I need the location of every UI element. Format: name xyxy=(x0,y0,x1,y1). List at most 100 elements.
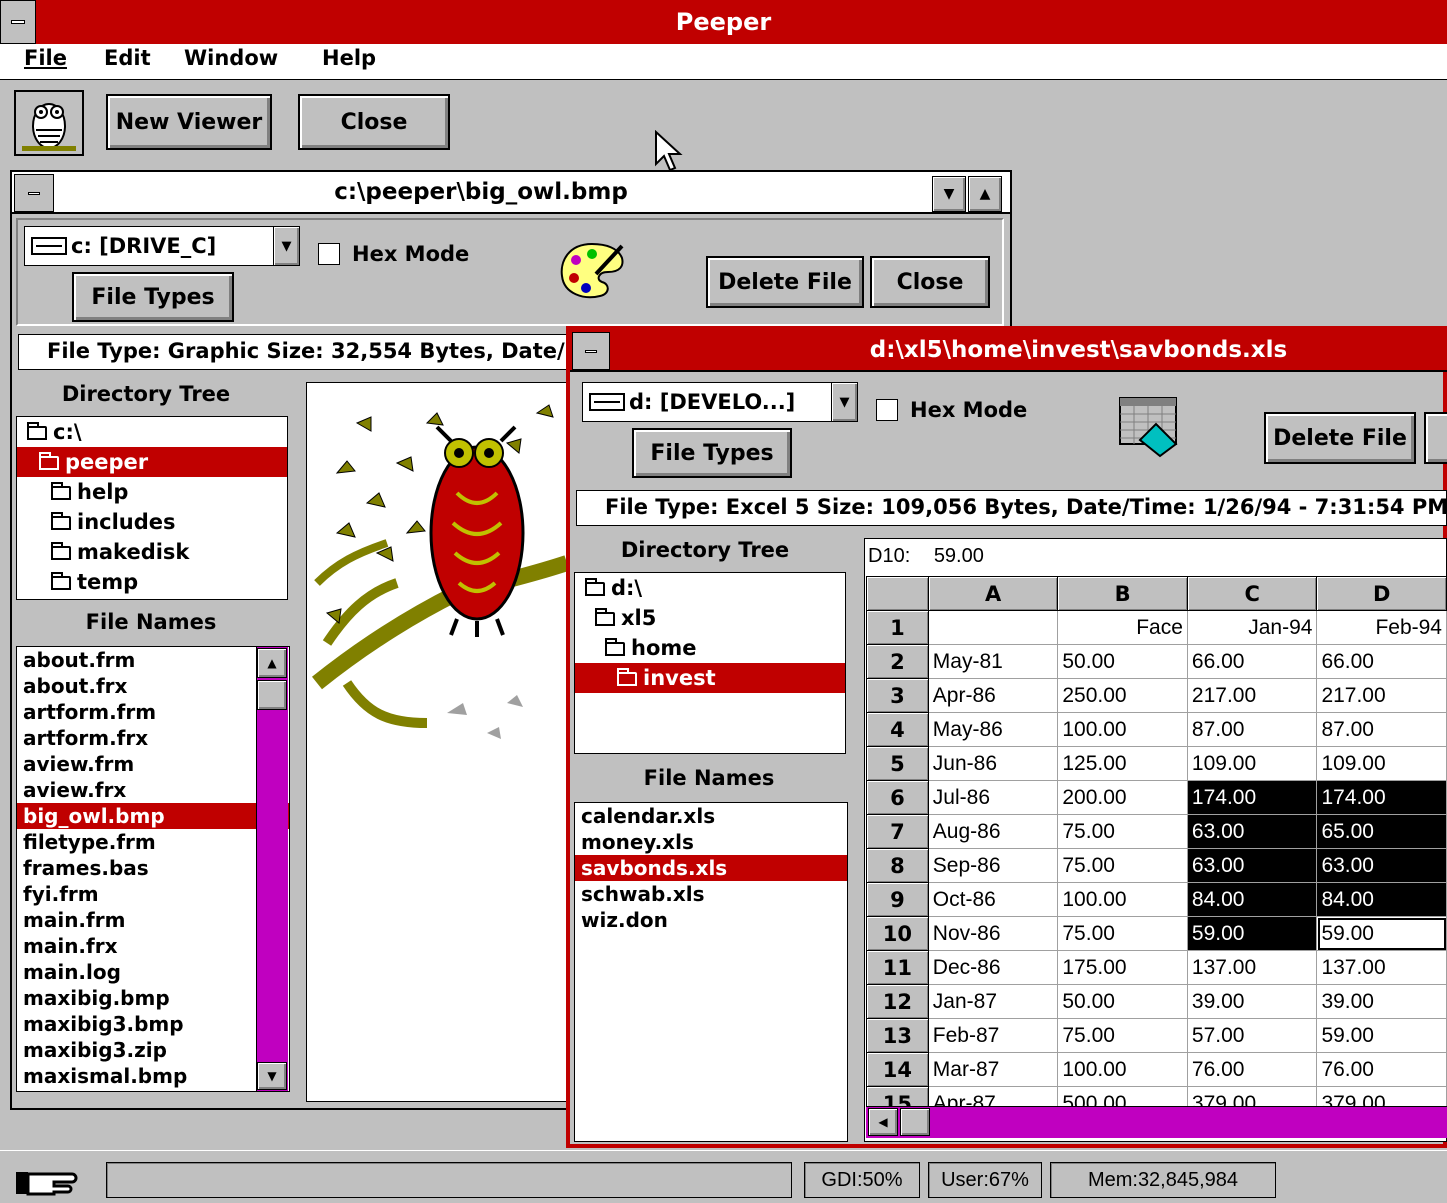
sheet-cell[interactable]: 200.00 xyxy=(1057,780,1188,815)
column-header[interactable]: A xyxy=(927,576,1059,611)
sheet-cell[interactable]: 66.00 xyxy=(1316,644,1447,679)
row-header[interactable]: 1 xyxy=(866,610,929,645)
sheet-cell[interactable]: 379.00 xyxy=(1186,1086,1318,1106)
spreadsheet-grid[interactable]: ABCD 1 Face Jan-94 Feb-94 2 May-81 50.00 66.00 6… xyxy=(866,576,1447,1106)
sheet-cell[interactable]: 84.00 xyxy=(1316,882,1447,917)
sheet-cell[interactable]: 125.00 xyxy=(1057,746,1188,781)
scroll-left-button[interactable]: ◀ xyxy=(868,1108,898,1136)
sheet-cell[interactable]: Sep-86 xyxy=(927,848,1059,883)
row-header[interactable]: 5 xyxy=(866,746,929,781)
viewer1-directory-tree[interactable]: c:\ peeper help includes makedisk temp xyxy=(16,416,288,600)
sheet-cell[interactable]: 109.00 xyxy=(1316,746,1447,781)
viewer2-file-list[interactable]: calendar.xls money.xls savbonds.xls schwab.… xyxy=(574,802,848,1142)
sheet-cell[interactable] xyxy=(927,610,1059,645)
scroll-thumb[interactable] xyxy=(900,1108,930,1136)
scroll-down-button[interactable]: ▼ xyxy=(257,1062,287,1090)
sheet-cell[interactable]: 84.00 xyxy=(1186,882,1318,917)
sheet-cell[interactable]: Dec-86 xyxy=(927,950,1059,985)
tree-item-root[interactable]: c:\ xyxy=(17,417,287,447)
sheet-cell[interactable]: 63.00 xyxy=(1316,848,1447,883)
file-list-item[interactable]: main.frm xyxy=(17,907,289,933)
sheet-cell[interactable]: Nov-86 xyxy=(927,916,1059,951)
sheet-cell[interactable]: May-81 xyxy=(927,644,1059,679)
sheet-cell[interactable]: Jan-94 xyxy=(1186,610,1318,645)
viewer2-directory-tree[interactable]: d:\ xl5 home invest xyxy=(574,572,846,754)
viewer1-minimize-button[interactable]: ▼ xyxy=(932,176,966,212)
file-list-item[interactable]: frames.bas xyxy=(17,855,289,881)
checkbox-box[interactable] xyxy=(318,243,340,265)
row-header[interactable]: 6 xyxy=(866,780,929,815)
chevron-down-icon[interactable]: ▼ xyxy=(831,383,857,421)
paint-palette-icon[interactable] xyxy=(556,238,628,304)
menu-window[interactable]: Window xyxy=(184,46,278,70)
row-header[interactable]: 12 xyxy=(866,984,929,1019)
sheet-cell[interactable]: 59.00 xyxy=(1316,1018,1447,1053)
viewer1-system-menu-icon[interactable] xyxy=(14,174,54,212)
column-header[interactable]: D xyxy=(1316,576,1447,611)
column-header[interactable]: B xyxy=(1057,576,1188,611)
sheet-cell[interactable]: 39.00 xyxy=(1316,984,1447,1019)
row-header[interactable]: 11 xyxy=(866,950,929,985)
tree-item-peeper[interactable]: peeper xyxy=(17,447,287,477)
file-list-item[interactable]: maxibig3.bmp xyxy=(17,1011,289,1037)
row-header[interactable]: 7 xyxy=(866,814,929,849)
viewer1-hex-mode-checkbox[interactable]: Hex Mode xyxy=(318,242,469,266)
sheet-cell[interactable]: 250.00 xyxy=(1057,678,1188,713)
sheet-cell[interactable]: Oct-86 xyxy=(927,882,1059,917)
menu-help[interactable]: Help xyxy=(322,46,376,70)
file-list-item[interactable]: artform.frm xyxy=(17,699,289,725)
sheet-cell[interactable]: 87.00 xyxy=(1316,712,1447,747)
sheet-cell[interactable]: 63.00 xyxy=(1186,814,1318,849)
file-list-item[interactable]: aview.frm xyxy=(17,751,289,777)
sheet-cell[interactable]: 137.00 xyxy=(1186,950,1318,985)
file-list-item[interactable]: big_owl.bmp xyxy=(17,803,289,829)
sheet-cell[interactable]: 100.00 xyxy=(1057,882,1188,917)
spreadsheet-icon[interactable] xyxy=(1116,394,1186,460)
checkbox-box[interactable] xyxy=(876,399,898,421)
sheet-cell[interactable]: Face xyxy=(1057,610,1188,645)
sheet-cell[interactable]: 76.00 xyxy=(1316,1052,1447,1087)
chevron-down-icon[interactable]: ▼ xyxy=(273,227,299,265)
column-header[interactable]: C xyxy=(1186,576,1318,611)
new-viewer-button[interactable]: New Viewer xyxy=(106,94,272,150)
file-list-item[interactable]: schwab.xls xyxy=(575,881,847,907)
file-list-item[interactable]: savbonds.xls xyxy=(575,855,847,881)
sheet-cell[interactable]: 50.00 xyxy=(1057,644,1188,679)
sheet-cell[interactable]: 100.00 xyxy=(1057,712,1188,747)
viewer2-hex-mode-checkbox[interactable]: Hex Mode xyxy=(876,398,1027,422)
menu-file[interactable]: File xyxy=(24,46,67,70)
sheet-corner[interactable] xyxy=(866,576,929,611)
viewer2-file-types-button[interactable]: File Types xyxy=(632,428,792,478)
sheet-cell[interactable]: 59.00 xyxy=(1316,916,1447,951)
row-header[interactable]: 10 xyxy=(866,916,929,951)
viewer1-close-button[interactable]: Close xyxy=(870,256,990,308)
row-header[interactable]: 2 xyxy=(866,644,929,679)
viewer1-file-types-button[interactable]: File Types xyxy=(72,272,234,322)
sheet-cell[interactable]: 57.00 xyxy=(1186,1018,1318,1053)
file-list-item[interactable]: about.frm xyxy=(17,647,289,673)
sheet-cell[interactable]: 500.00 xyxy=(1057,1086,1188,1106)
file-list-item[interactable]: fyi.frm xyxy=(17,881,289,907)
tree-item-temp[interactable]: temp xyxy=(17,567,287,597)
viewer1-delete-file-button[interactable]: Delete File xyxy=(706,256,864,308)
row-header[interactable]: 4 xyxy=(866,712,929,747)
sheet-cell[interactable]: 87.00 xyxy=(1186,712,1318,747)
tree-item-makedisk[interactable]: makedisk xyxy=(17,537,287,567)
menu-edit[interactable]: Edit xyxy=(104,46,151,70)
viewer1-drive-select[interactable]: c: [DRIVE_C] ▼ xyxy=(24,226,300,266)
file-list-item[interactable]: aview.frx xyxy=(17,777,289,803)
sheet-cell[interactable]: 66.00 xyxy=(1186,644,1318,679)
sheet-cell[interactable]: 75.00 xyxy=(1057,1018,1188,1053)
sheet-cell[interactable]: Aug-86 xyxy=(927,814,1059,849)
file-list-item[interactable]: main.frx xyxy=(17,933,289,959)
file-list-item[interactable]: maxismal.bmp xyxy=(17,1063,289,1089)
tree-item-help[interactable]: help xyxy=(17,477,287,507)
file-list-item[interactable]: maxibig3.zip xyxy=(17,1037,289,1063)
sheet-cell[interactable]: 75.00 xyxy=(1057,916,1188,951)
sheet-cell[interactable]: 59.00 xyxy=(1186,916,1318,951)
sheet-cell[interactable]: 50.00 xyxy=(1057,984,1188,1019)
viewer2-close-button[interactable] xyxy=(1424,412,1447,464)
scroll-thumb[interactable] xyxy=(257,680,287,710)
viewer2-system-menu-icon[interactable] xyxy=(572,332,610,370)
viewer1-file-list[interactable]: about.frm about.frx artform.frm artform.frx… xyxy=(16,646,290,1092)
